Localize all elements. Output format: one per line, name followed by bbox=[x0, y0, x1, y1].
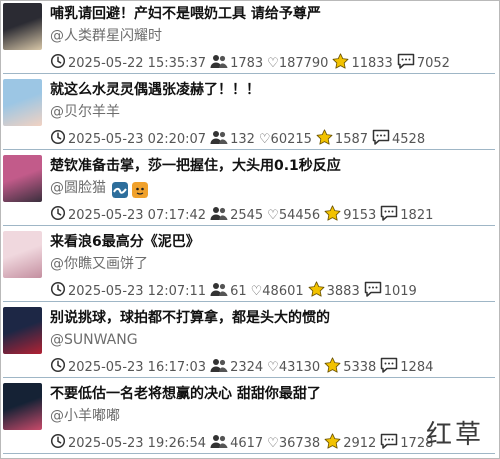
post-author[interactable]: @人类群星闪耀时 bbox=[50, 27, 162, 45]
users-icon bbox=[210, 205, 228, 227]
users-icon bbox=[210, 281, 228, 303]
post-thumbnail[interactable] bbox=[3, 383, 42, 430]
clock-icon bbox=[50, 357, 66, 379]
users-icon bbox=[210, 53, 228, 75]
like-count: ♡60215 bbox=[258, 132, 312, 147]
user-count: 4617 bbox=[230, 436, 264, 451]
author-name: @SUNWANG bbox=[50, 332, 138, 348]
comment-count: 4528 bbox=[392, 132, 426, 147]
post-time: 2025-05-23 02:20:07 bbox=[68, 132, 207, 147]
post-row[interactable]: 别说挑球，球拍都不打算拿，都是头大的惯的 @SUNWANG 2025-05-23 1… bbox=[3, 305, 495, 378]
like-count: ♡54456 bbox=[267, 208, 321, 223]
user-count: 1783 bbox=[230, 56, 264, 71]
post-title[interactable]: 就这么水灵灵偶遇张凌赫了！！！ bbox=[50, 81, 491, 99]
comment-icon bbox=[380, 205, 398, 227]
star-count: 9153 bbox=[343, 208, 377, 223]
post-time: 2025-05-23 07:17:42 bbox=[68, 208, 207, 223]
post-thumbnail[interactable] bbox=[3, 307, 42, 354]
post-thumbnail[interactable] bbox=[3, 155, 42, 202]
author-name: @小羊嘟嘟 bbox=[50, 408, 120, 424]
star-icon bbox=[324, 205, 341, 227]
clock-icon bbox=[50, 53, 66, 75]
user-count: 61 bbox=[230, 284, 247, 299]
like-count: ♡36738 bbox=[267, 436, 321, 451]
star-icon bbox=[332, 53, 349, 75]
comment-count: 1019 bbox=[383, 284, 417, 299]
comment-count: 1284 bbox=[400, 360, 434, 375]
like-count: ♡43130 bbox=[267, 360, 321, 375]
clock-icon bbox=[50, 281, 66, 303]
post-row[interactable]: 来看浪6最高分《泥巴》 @你瞧又画饼了 2025-05-23 12:07:11 61 ♡… bbox=[3, 229, 495, 302]
comment-icon bbox=[364, 281, 382, 303]
author-name: @圆脸猫 bbox=[50, 180, 106, 196]
post-author[interactable]: @圆脸猫 bbox=[50, 179, 152, 199]
post-row[interactable]: 不要低估一名老将想赢的决心 甜甜你最甜了 @小羊嘟嘟 2025-05-23 19:2… bbox=[3, 381, 495, 454]
post-row[interactable]: 楚钦准备击掌，莎一把握住，大头用0.1秒反应 @圆脸猫 2025-05-23 07:… bbox=[3, 153, 495, 226]
comment-icon bbox=[397, 53, 415, 75]
author-name: @人类群星闪耀时 bbox=[50, 28, 162, 44]
star-icon bbox=[324, 357, 341, 379]
post-title[interactable]: 不要低估一名老将想赢的决心 甜甜你最甜了 bbox=[50, 385, 491, 403]
post-time: 2025-05-23 19:26:54 bbox=[68, 436, 207, 451]
comment-icon bbox=[372, 129, 390, 151]
users-icon bbox=[210, 129, 228, 151]
author-badges bbox=[112, 181, 152, 199]
star-icon bbox=[324, 433, 341, 455]
comment-icon bbox=[380, 433, 398, 455]
star-count: 5338 bbox=[343, 360, 377, 375]
post-author[interactable]: @你瞧又画饼了 bbox=[50, 255, 148, 273]
star-count: 1587 bbox=[334, 132, 369, 147]
post-thumbnail[interactable] bbox=[3, 79, 42, 126]
like-count: ♡48601 bbox=[250, 284, 304, 299]
post-meta: 2025-05-23 16:17:03 2324 ♡43130 5338 1284 bbox=[50, 357, 495, 379]
post-author[interactable]: @小羊嘟嘟 bbox=[50, 407, 120, 425]
clock-icon bbox=[50, 205, 66, 227]
user-count: 2545 bbox=[230, 208, 264, 223]
post-title[interactable]: 楚钦准备击掌，莎一把握住，大头用0.1秒反应 bbox=[50, 157, 491, 175]
star-count: 11833 bbox=[351, 56, 393, 71]
clock-icon bbox=[50, 129, 66, 151]
user-count: 2324 bbox=[230, 360, 264, 375]
post-row[interactable]: 就这么水灵灵偶遇张凌赫了！！！ @贝尔羊羊 2025-05-23 02:20:07 1… bbox=[3, 77, 495, 150]
post-time: 2025-05-22 15:35:37 bbox=[68, 56, 207, 71]
users-icon bbox=[210, 433, 228, 455]
post-meta: 2025-05-22 15:35:37 1783 ♡187790 11833 7052 bbox=[50, 53, 495, 75]
author-name: @你瞧又画饼了 bbox=[50, 256, 148, 272]
post-author[interactable]: @贝尔羊羊 bbox=[50, 103, 120, 121]
post-row[interactable]: 哺乳请回避！产妇不是喂奶工具 请给予尊严 @人类群星闪耀时 2025-05-22 1… bbox=[3, 1, 495, 74]
post-thumbnail[interactable] bbox=[3, 231, 42, 278]
comment-count: 7052 bbox=[416, 56, 450, 71]
author-name: @贝尔羊羊 bbox=[50, 104, 120, 120]
post-time: 2025-05-23 16:17:03 bbox=[68, 360, 207, 375]
star-count: 3883 bbox=[326, 284, 360, 299]
post-author[interactable]: @SUNWANG bbox=[50, 331, 138, 349]
clock-icon bbox=[50, 433, 66, 455]
star-icon bbox=[308, 281, 325, 303]
star-count: 2912 bbox=[343, 436, 377, 451]
comment-icon bbox=[380, 357, 398, 379]
post-meta: 2025-05-23 12:07:11 61 ♡48601 3883 1019 bbox=[50, 281, 495, 303]
post-time: 2025-05-23 12:07:11 bbox=[68, 284, 207, 299]
post-meta: 2025-05-23 02:20:07 132 ♡60215 1587 4528 bbox=[50, 129, 495, 151]
post-thumbnail[interactable] bbox=[3, 3, 42, 50]
post-title[interactable]: 哺乳请回避！产妇不是喂奶工具 请给予尊严 bbox=[50, 5, 491, 23]
post-title[interactable]: 别说挑球，球拍都不打算拿，都是头大的惯的 bbox=[50, 309, 491, 327]
post-meta: 2025-05-23 07:17:42 2545 ♡54456 9153 1821 bbox=[50, 205, 495, 227]
like-count: ♡187790 bbox=[267, 56, 329, 71]
wave-badge-icon bbox=[112, 182, 128, 198]
watermark: 红草 bbox=[425, 420, 484, 450]
star-icon bbox=[316, 129, 333, 151]
tiger-badge-icon bbox=[132, 182, 148, 198]
comment-count: 1821 bbox=[400, 208, 434, 223]
user-count: 132 bbox=[230, 132, 255, 147]
users-icon bbox=[210, 357, 228, 379]
post-title[interactable]: 来看浪6最高分《泥巴》 bbox=[50, 233, 491, 251]
